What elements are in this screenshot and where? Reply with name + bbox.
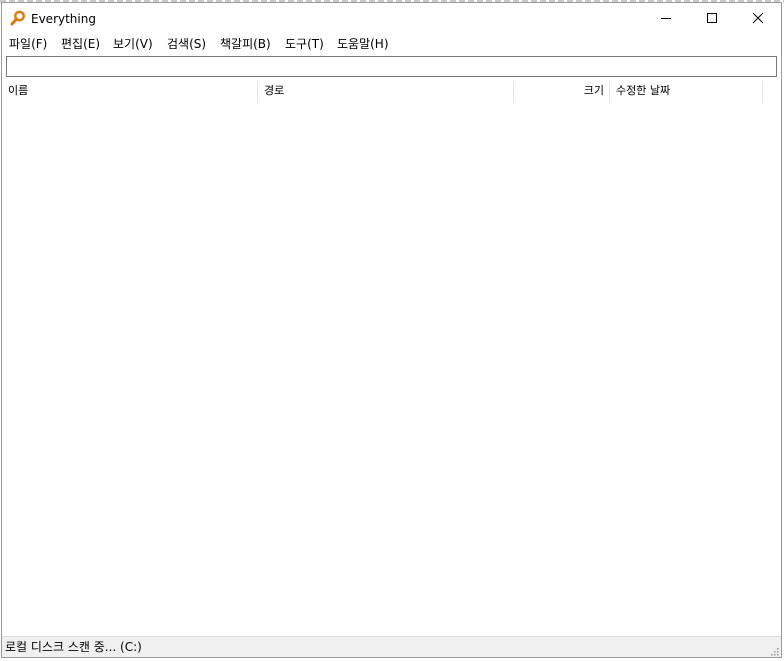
column-divider[interactable] xyxy=(762,81,763,103)
menu-help[interactable]: 도움말(H) xyxy=(337,37,389,51)
column-header-name[interactable]: 이름 xyxy=(8,80,28,104)
results-list[interactable]: 이름 경로 크기 수정한 날짜 xyxy=(2,80,781,636)
maximize-icon xyxy=(707,13,717,23)
menu-bar: 파일(F) 편집(E) 보기(V) 검색(S) 책갈피(B) 도구(T) 도움말… xyxy=(2,34,781,54)
menu-edit[interactable]: 편집(E) xyxy=(61,37,100,51)
column-header-modified[interactable]: 수정한 날짜 xyxy=(616,80,670,104)
column-divider[interactable] xyxy=(257,81,258,103)
menu-search[interactable]: 검색(S) xyxy=(167,37,206,51)
window-title: Everything xyxy=(31,12,96,26)
search-input[interactable] xyxy=(7,57,776,76)
menu-view[interactable]: 보기(V) xyxy=(113,37,153,51)
close-icon xyxy=(752,12,764,24)
menu-tools[interactable]: 도구(T) xyxy=(285,37,324,51)
everything-window: Everything 파일(F) 편집(E) 보기(V) 검색(S) 책갈피(B… xyxy=(1,2,782,658)
column-header-path[interactable]: 경로 xyxy=(264,80,284,104)
menu-file[interactable]: 파일(F) xyxy=(9,37,47,51)
title-bar[interactable]: Everything xyxy=(2,3,781,34)
minimize-button[interactable] xyxy=(643,3,689,33)
resize-grip-icon[interactable] xyxy=(769,645,779,656)
minimize-icon xyxy=(661,18,671,19)
column-header-size[interactable]: 크기 xyxy=(542,80,604,104)
list-header: 이름 경로 크기 수정한 날짜 xyxy=(2,80,781,104)
magnifier-icon xyxy=(10,10,26,26)
column-divider[interactable] xyxy=(609,81,610,103)
search-box[interactable] xyxy=(6,56,777,77)
status-bar: 로컬 디스크 스캔 중... (C:) xyxy=(2,636,781,657)
maximize-button[interactable] xyxy=(689,3,735,33)
close-button[interactable] xyxy=(735,3,781,33)
status-text: 로컬 디스크 스캔 중... (C:) xyxy=(5,640,142,654)
menu-bookmarks[interactable]: 책갈피(B) xyxy=(220,37,271,51)
column-divider[interactable] xyxy=(513,81,514,103)
